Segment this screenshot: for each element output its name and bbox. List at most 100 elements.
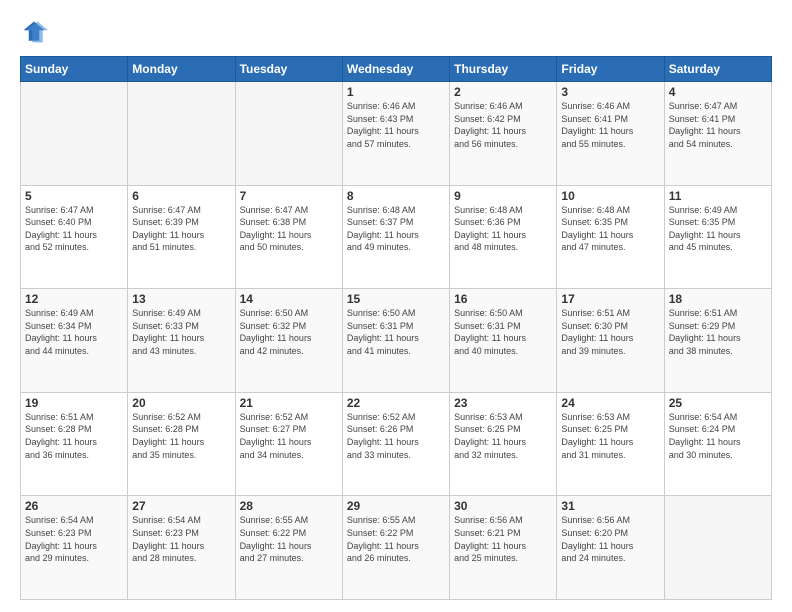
- day-cell: 14Sunrise: 6:50 AM Sunset: 6:32 PM Dayli…: [235, 289, 342, 393]
- day-cell: [664, 496, 771, 600]
- week-row-5: 26Sunrise: 6:54 AM Sunset: 6:23 PM Dayli…: [21, 496, 772, 600]
- day-number: 20: [132, 396, 230, 410]
- day-info: Sunrise: 6:51 AM Sunset: 6:28 PM Dayligh…: [25, 411, 123, 461]
- day-cell: 28Sunrise: 6:55 AM Sunset: 6:22 PM Dayli…: [235, 496, 342, 600]
- day-cell: 16Sunrise: 6:50 AM Sunset: 6:31 PM Dayli…: [450, 289, 557, 393]
- logo-icon: [20, 18, 48, 46]
- day-info: Sunrise: 6:51 AM Sunset: 6:29 PM Dayligh…: [669, 307, 767, 357]
- day-cell: 8Sunrise: 6:48 AM Sunset: 6:37 PM Daylig…: [342, 185, 449, 289]
- weekday-header-row: SundayMondayTuesdayWednesdayThursdayFrid…: [21, 57, 772, 82]
- day-cell: 27Sunrise: 6:54 AM Sunset: 6:23 PM Dayli…: [128, 496, 235, 600]
- day-number: 5: [25, 189, 123, 203]
- day-number: 11: [669, 189, 767, 203]
- day-info: Sunrise: 6:46 AM Sunset: 6:42 PM Dayligh…: [454, 100, 552, 150]
- day-info: Sunrise: 6:50 AM Sunset: 6:31 PM Dayligh…: [454, 307, 552, 357]
- day-cell: 23Sunrise: 6:53 AM Sunset: 6:25 PM Dayli…: [450, 392, 557, 496]
- day-cell: 4Sunrise: 6:47 AM Sunset: 6:41 PM Daylig…: [664, 82, 771, 186]
- day-cell: 9Sunrise: 6:48 AM Sunset: 6:36 PM Daylig…: [450, 185, 557, 289]
- day-cell: 15Sunrise: 6:50 AM Sunset: 6:31 PM Dayli…: [342, 289, 449, 393]
- day-cell: 5Sunrise: 6:47 AM Sunset: 6:40 PM Daylig…: [21, 185, 128, 289]
- day-cell: 31Sunrise: 6:56 AM Sunset: 6:20 PM Dayli…: [557, 496, 664, 600]
- day-cell: [21, 82, 128, 186]
- day-cell: [235, 82, 342, 186]
- day-info: Sunrise: 6:49 AM Sunset: 6:35 PM Dayligh…: [669, 204, 767, 254]
- day-info: Sunrise: 6:47 AM Sunset: 6:38 PM Dayligh…: [240, 204, 338, 254]
- weekday-header-saturday: Saturday: [664, 57, 771, 82]
- day-info: Sunrise: 6:55 AM Sunset: 6:22 PM Dayligh…: [347, 514, 445, 564]
- day-number: 17: [561, 292, 659, 306]
- day-info: Sunrise: 6:48 AM Sunset: 6:37 PM Dayligh…: [347, 204, 445, 254]
- day-cell: 24Sunrise: 6:53 AM Sunset: 6:25 PM Dayli…: [557, 392, 664, 496]
- day-cell: 17Sunrise: 6:51 AM Sunset: 6:30 PM Dayli…: [557, 289, 664, 393]
- day-info: Sunrise: 6:52 AM Sunset: 6:26 PM Dayligh…: [347, 411, 445, 461]
- day-number: 25: [669, 396, 767, 410]
- day-info: Sunrise: 6:47 AM Sunset: 6:41 PM Dayligh…: [669, 100, 767, 150]
- day-number: 26: [25, 499, 123, 513]
- day-number: 21: [240, 396, 338, 410]
- day-info: Sunrise: 6:49 AM Sunset: 6:33 PM Dayligh…: [132, 307, 230, 357]
- day-number: 15: [347, 292, 445, 306]
- day-number: 23: [454, 396, 552, 410]
- day-number: 16: [454, 292, 552, 306]
- week-row-2: 5Sunrise: 6:47 AM Sunset: 6:40 PM Daylig…: [21, 185, 772, 289]
- logo: [20, 18, 52, 46]
- day-number: 3: [561, 85, 659, 99]
- day-cell: 25Sunrise: 6:54 AM Sunset: 6:24 PM Dayli…: [664, 392, 771, 496]
- day-cell: 2Sunrise: 6:46 AM Sunset: 6:42 PM Daylig…: [450, 82, 557, 186]
- day-info: Sunrise: 6:46 AM Sunset: 6:41 PM Dayligh…: [561, 100, 659, 150]
- day-cell: 13Sunrise: 6:49 AM Sunset: 6:33 PM Dayli…: [128, 289, 235, 393]
- day-cell: 11Sunrise: 6:49 AM Sunset: 6:35 PM Dayli…: [664, 185, 771, 289]
- day-info: Sunrise: 6:53 AM Sunset: 6:25 PM Dayligh…: [454, 411, 552, 461]
- day-number: 19: [25, 396, 123, 410]
- day-cell: 6Sunrise: 6:47 AM Sunset: 6:39 PM Daylig…: [128, 185, 235, 289]
- day-number: 10: [561, 189, 659, 203]
- weekday-header-thursday: Thursday: [450, 57, 557, 82]
- weekday-header-wednesday: Wednesday: [342, 57, 449, 82]
- day-number: 24: [561, 396, 659, 410]
- day-number: 6: [132, 189, 230, 203]
- day-info: Sunrise: 6:56 AM Sunset: 6:20 PM Dayligh…: [561, 514, 659, 564]
- day-info: Sunrise: 6:52 AM Sunset: 6:27 PM Dayligh…: [240, 411, 338, 461]
- day-info: Sunrise: 6:48 AM Sunset: 6:35 PM Dayligh…: [561, 204, 659, 254]
- day-cell: 20Sunrise: 6:52 AM Sunset: 6:28 PM Dayli…: [128, 392, 235, 496]
- day-info: Sunrise: 6:47 AM Sunset: 6:39 PM Dayligh…: [132, 204, 230, 254]
- day-cell: 21Sunrise: 6:52 AM Sunset: 6:27 PM Dayli…: [235, 392, 342, 496]
- day-info: Sunrise: 6:49 AM Sunset: 6:34 PM Dayligh…: [25, 307, 123, 357]
- week-row-4: 19Sunrise: 6:51 AM Sunset: 6:28 PM Dayli…: [21, 392, 772, 496]
- day-info: Sunrise: 6:50 AM Sunset: 6:31 PM Dayligh…: [347, 307, 445, 357]
- day-info: Sunrise: 6:51 AM Sunset: 6:30 PM Dayligh…: [561, 307, 659, 357]
- day-info: Sunrise: 6:46 AM Sunset: 6:43 PM Dayligh…: [347, 100, 445, 150]
- day-number: 27: [132, 499, 230, 513]
- day-info: Sunrise: 6:54 AM Sunset: 6:23 PM Dayligh…: [132, 514, 230, 564]
- day-info: Sunrise: 6:47 AM Sunset: 6:40 PM Dayligh…: [25, 204, 123, 254]
- day-number: 12: [25, 292, 123, 306]
- day-number: 7: [240, 189, 338, 203]
- calendar: SundayMondayTuesdayWednesdayThursdayFrid…: [20, 56, 772, 600]
- day-number: 2: [454, 85, 552, 99]
- day-info: Sunrise: 6:55 AM Sunset: 6:22 PM Dayligh…: [240, 514, 338, 564]
- day-number: 14: [240, 292, 338, 306]
- day-info: Sunrise: 6:54 AM Sunset: 6:23 PM Dayligh…: [25, 514, 123, 564]
- page: SundayMondayTuesdayWednesdayThursdayFrid…: [0, 0, 792, 612]
- day-cell: 22Sunrise: 6:52 AM Sunset: 6:26 PM Dayli…: [342, 392, 449, 496]
- day-cell: 30Sunrise: 6:56 AM Sunset: 6:21 PM Dayli…: [450, 496, 557, 600]
- weekday-header-sunday: Sunday: [21, 57, 128, 82]
- week-row-3: 12Sunrise: 6:49 AM Sunset: 6:34 PM Dayli…: [21, 289, 772, 393]
- day-info: Sunrise: 6:50 AM Sunset: 6:32 PM Dayligh…: [240, 307, 338, 357]
- day-info: Sunrise: 6:48 AM Sunset: 6:36 PM Dayligh…: [454, 204, 552, 254]
- day-info: Sunrise: 6:52 AM Sunset: 6:28 PM Dayligh…: [132, 411, 230, 461]
- day-cell: 29Sunrise: 6:55 AM Sunset: 6:22 PM Dayli…: [342, 496, 449, 600]
- day-cell: 26Sunrise: 6:54 AM Sunset: 6:23 PM Dayli…: [21, 496, 128, 600]
- day-number: 1: [347, 85, 445, 99]
- day-number: 18: [669, 292, 767, 306]
- day-number: 9: [454, 189, 552, 203]
- day-info: Sunrise: 6:54 AM Sunset: 6:24 PM Dayligh…: [669, 411, 767, 461]
- weekday-header-tuesday: Tuesday: [235, 57, 342, 82]
- day-info: Sunrise: 6:56 AM Sunset: 6:21 PM Dayligh…: [454, 514, 552, 564]
- day-number: 30: [454, 499, 552, 513]
- day-cell: 10Sunrise: 6:48 AM Sunset: 6:35 PM Dayli…: [557, 185, 664, 289]
- day-cell: 12Sunrise: 6:49 AM Sunset: 6:34 PM Dayli…: [21, 289, 128, 393]
- day-number: 28: [240, 499, 338, 513]
- day-cell: 7Sunrise: 6:47 AM Sunset: 6:38 PM Daylig…: [235, 185, 342, 289]
- header: [20, 18, 772, 46]
